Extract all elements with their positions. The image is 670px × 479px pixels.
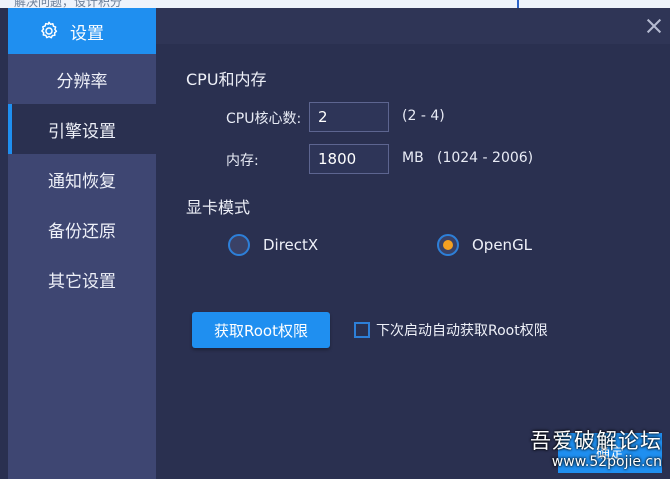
sidebar-item-label: 分辨率 (56, 71, 108, 92)
background-window-mark (517, 0, 519, 8)
sidebar: 设置 分辨率 引擎设置 通知恢复 备份还原 其它设置 (8, 8, 156, 479)
auto-root-checkbox-row[interactable]: 下次启动自动获取Root权限 (354, 320, 548, 340)
memory-range: (1024 - 2006) (437, 150, 534, 166)
settings-title: 设置 (70, 23, 104, 44)
watermark: 吾爱破解论坛 www.52pojie.cn (530, 429, 662, 471)
auto-root-checkbox[interactable] (354, 322, 370, 338)
radio-directx[interactable]: DirectX (228, 234, 318, 256)
background-window-strip: 解决问题，设计积分 (0, 0, 670, 8)
auto-root-checkbox-label: 下次启动自动获取Root权限 (376, 323, 548, 339)
sidebar-item-label: 引擎设置 (48, 121, 116, 142)
cpu-cores-label: CPU核心数: (226, 111, 302, 127)
sidebar-item-resolution[interactable]: 分辨率 (8, 54, 156, 104)
sidebar-item-label: 备份还原 (48, 221, 116, 242)
settings-dialog: 设置 分辨率 引擎设置 通知恢复 备份还原 其它设置 CPU和内存 CPU核心数… (8, 8, 670, 479)
radio-opengl-label: OpenGL (472, 236, 533, 254)
close-button[interactable] (642, 14, 666, 38)
radio-directx-indicator[interactable] (228, 234, 250, 256)
radio-directx-label: DirectX (263, 236, 319, 254)
gear-icon (41, 21, 58, 39)
get-root-button[interactable]: 获取Root权限 (192, 312, 330, 348)
watermark-title: 吾爱破解论坛 (530, 429, 662, 453)
sidebar-item-engine[interactable]: 引擎设置 (8, 104, 156, 154)
sidebar-item-notification[interactable]: 通知恢复 (8, 154, 156, 204)
memory-unit: MB (402, 150, 424, 166)
memory-label: 内存: (226, 153, 259, 169)
sidebar-header: 设置 (8, 8, 156, 54)
memory-input[interactable] (309, 144, 389, 174)
title-bar[interactable] (156, 8, 670, 44)
engine-settings-panel: CPU和内存 CPU核心数: (2 - 4) 内存: MB (1024 - 20… (156, 44, 670, 479)
radio-opengl[interactable]: OpenGL (437, 234, 532, 256)
gpu-mode-section-title: 显卡模式 (186, 198, 251, 217)
sidebar-item-other[interactable]: 其它设置 (8, 254, 156, 304)
cpu-cores-input[interactable] (309, 102, 389, 132)
radio-opengl-indicator[interactable] (437, 234, 459, 256)
cpu-memory-section-title: CPU和内存 (186, 70, 267, 89)
background-window-text: 解决问题，设计积分 (14, 0, 123, 8)
sidebar-item-backup[interactable]: 备份还原 (8, 204, 156, 254)
cpu-cores-range: (2 - 4) (402, 108, 445, 124)
sidebar-item-label: 其它设置 (48, 271, 116, 292)
sidebar-item-label: 通知恢复 (48, 171, 116, 192)
watermark-url: www.52pojie.cn (551, 454, 662, 470)
